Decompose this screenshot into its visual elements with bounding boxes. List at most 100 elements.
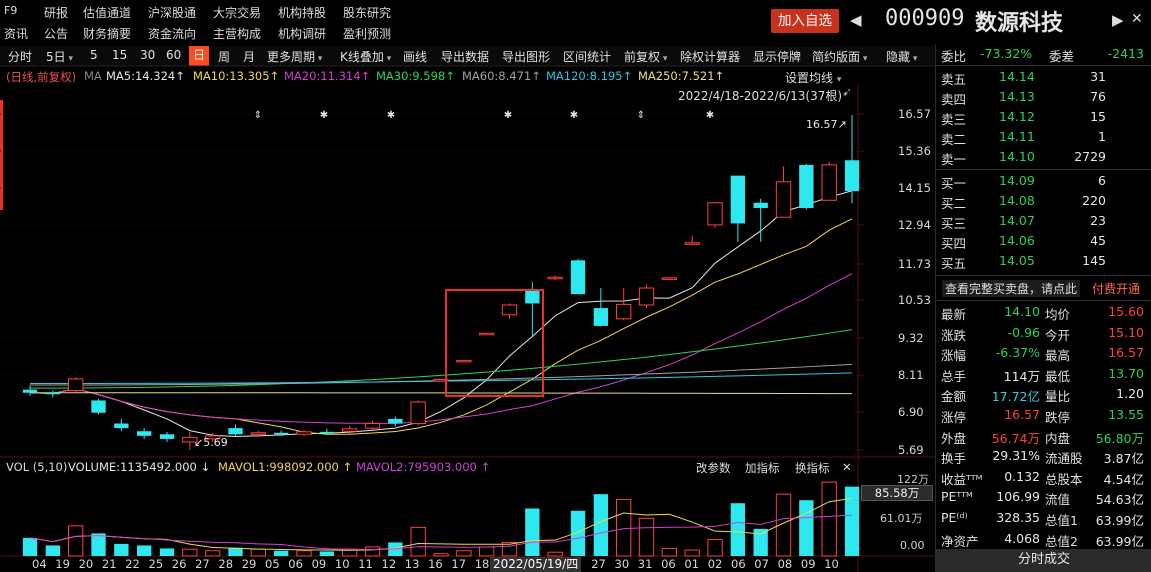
- stock-chart-window: F9 研报 估值通道 沪深股通 大宗交易 机构持股 股东研究 资讯 公告 财务摘…: [0, 0, 1151, 572]
- price-tick-label: 15.36: [898, 144, 931, 158]
- date-tick-label: 27: [591, 557, 606, 571]
- date-tick-label: 10: [334, 557, 350, 571]
- cell: 14.14: [999, 69, 1035, 84]
- stat-cell: 跌停: [1045, 410, 1071, 425]
- tab-fenshi-chengjiao[interactable]: 分时成交: [936, 549, 1151, 572]
- stat-cell: 总股本: [1045, 471, 1083, 487]
- volume-bar: [616, 498, 632, 557]
- volume-bar: [91, 533, 106, 556]
- cell: 卖四: [941, 92, 967, 107]
- stat-cell: 15.60: [1108, 304, 1144, 319]
- candle-body: [296, 431, 312, 435]
- date-tick-label: 28: [218, 557, 234, 571]
- stat-cell: 14.10: [1004, 304, 1040, 319]
- ma20-line: [29, 273, 853, 424]
- cell: 14.05: [999, 253, 1035, 268]
- date-tick-label: 2022/05/19/四: [490, 557, 582, 572]
- vol-axis-mid: 61.01万: [880, 512, 923, 525]
- event-marker-icon: ✱: [504, 110, 512, 121]
- paid-open-link[interactable]: 付费开通: [1092, 280, 1140, 297]
- volume-bar: [319, 551, 335, 556]
- cell: 买二: [941, 196, 967, 211]
- stat-cell: 114万: [1003, 368, 1040, 384]
- stat-row: 净资产 4.068 总值2 63.99亿: [936, 529, 1151, 549]
- cell: 45: [1090, 233, 1106, 248]
- close-indicator-icon[interactable]: ✕: [842, 460, 852, 474]
- add-indicator-button[interactable]: 加指标: [745, 460, 780, 476]
- volume-bar: [205, 550, 221, 557]
- change-params-button[interactable]: 改参数: [696, 460, 731, 476]
- bid-row: 买五 14.05 145: [936, 251, 1151, 271]
- bid-row: 买一 14.09 6: [936, 171, 1151, 191]
- stat-cell: 63.99亿: [1095, 533, 1144, 549]
- date-tick-label: 18: [474, 557, 490, 571]
- stat-cell: -6.37%: [995, 345, 1040, 361]
- price-tick-label: 14.15: [898, 181, 931, 195]
- date-tick-label: 02: [707, 557, 723, 571]
- cell: 76: [1090, 89, 1106, 104]
- volume-bar: [410, 526, 426, 557]
- date-tick-label: 27: [195, 557, 210, 571]
- switch-indicator-button[interactable]: 换指标: [795, 460, 830, 476]
- stat-row: 涨幅 -6.37% 最高 16.57: [936, 343, 1151, 363]
- promo-row[interactable]: 查看完整买卖盘，请点此 付费开通: [936, 278, 1151, 298]
- cell: 14.10: [999, 149, 1035, 164]
- close-icon[interactable]: ✕: [1131, 11, 1143, 27]
- candle-body: [342, 428, 358, 432]
- stat-row: 最新 14.10 均价 15.60: [936, 302, 1151, 322]
- date-tick-label: 01: [684, 557, 700, 571]
- event-marker-icon: ✱: [320, 110, 328, 121]
- stat-cell: 流值: [1045, 492, 1071, 508]
- date-tick-label: 12: [381, 557, 397, 571]
- stat-cell: 流通股: [1045, 451, 1083, 467]
- date-tick-label: 21: [101, 557, 117, 571]
- cell: 卖一: [941, 152, 967, 167]
- mavol1-value: MAVOL1:998092.000 ↑: [218, 460, 353, 474]
- candle-body: [570, 260, 586, 295]
- stat-row: 外盘 56.74万 内盘 56.80万: [936, 426, 1151, 446]
- kline-chart[interactable]: ⇕ ✱ ✱ ✱ ✱ ⇕ ✱: [0, 0, 935, 572]
- price-tick-label: 11.73: [898, 257, 931, 271]
- stat-cell: 29.31%: [992, 448, 1040, 464]
- volume-bar: [296, 550, 312, 557]
- volume-bar: [68, 525, 84, 557]
- volume-bar: [661, 547, 678, 557]
- date-tick-label: 10: [824, 557, 839, 571]
- volume-bar: [684, 549, 700, 557]
- date-tick-label: 20: [78, 557, 94, 571]
- next-stock-arrow[interactable]: ▶: [1112, 11, 1124, 29]
- cell: 14.13: [999, 89, 1035, 104]
- volume-value: VOLUME:1135492.000 ↓: [68, 460, 211, 474]
- candle-body: [799, 164, 814, 208]
- candle-body: [707, 202, 723, 226]
- stat-row: 涨跌 -0.96 今开 15.10: [936, 323, 1151, 343]
- candle-body: [844, 160, 860, 192]
- cell: 15: [1090, 109, 1106, 124]
- volume-bar: [22, 537, 38, 556]
- volume-bar: [525, 508, 540, 556]
- candle-body: [319, 431, 335, 434]
- stat-cell: PEᵀᵀᴹ: [941, 489, 973, 505]
- date-tick-label: 07: [754, 557, 769, 571]
- stat-cell: 收益ᵀᵀᴹ: [941, 471, 983, 487]
- cell: 买五: [941, 256, 967, 271]
- stat-cell: 328.35: [996, 510, 1040, 525]
- date-tick-label: 09: [311, 557, 327, 571]
- candle-body: [388, 418, 403, 424]
- stat-cell: 涨跌: [941, 327, 967, 343]
- stat-cell: 总值2: [1045, 533, 1078, 549]
- stat-cell: 外盘: [941, 430, 967, 446]
- stat-cell: 13.55: [1108, 407, 1144, 422]
- stat-cell: 总值1: [1045, 513, 1078, 528]
- cell: 6: [1098, 173, 1106, 188]
- stat-cell: 最低: [1045, 368, 1071, 384]
- ma10-line: [29, 218, 853, 435]
- stat-cell: 16.57: [1004, 407, 1040, 422]
- stat-row: PE⁽ᵈ⁾ 328.35 总值1 63.99亿: [936, 508, 1151, 528]
- bid-row: 买三 14.07 23: [936, 211, 1151, 231]
- ma120-line: [29, 372, 853, 384]
- weibi-row: 委比 -73.32% 委差 -2413: [941, 46, 1144, 64]
- event-marker-icon: ⇕: [254, 110, 262, 121]
- date-tick-label: 04: [32, 557, 47, 571]
- candle-body: [661, 277, 678, 280]
